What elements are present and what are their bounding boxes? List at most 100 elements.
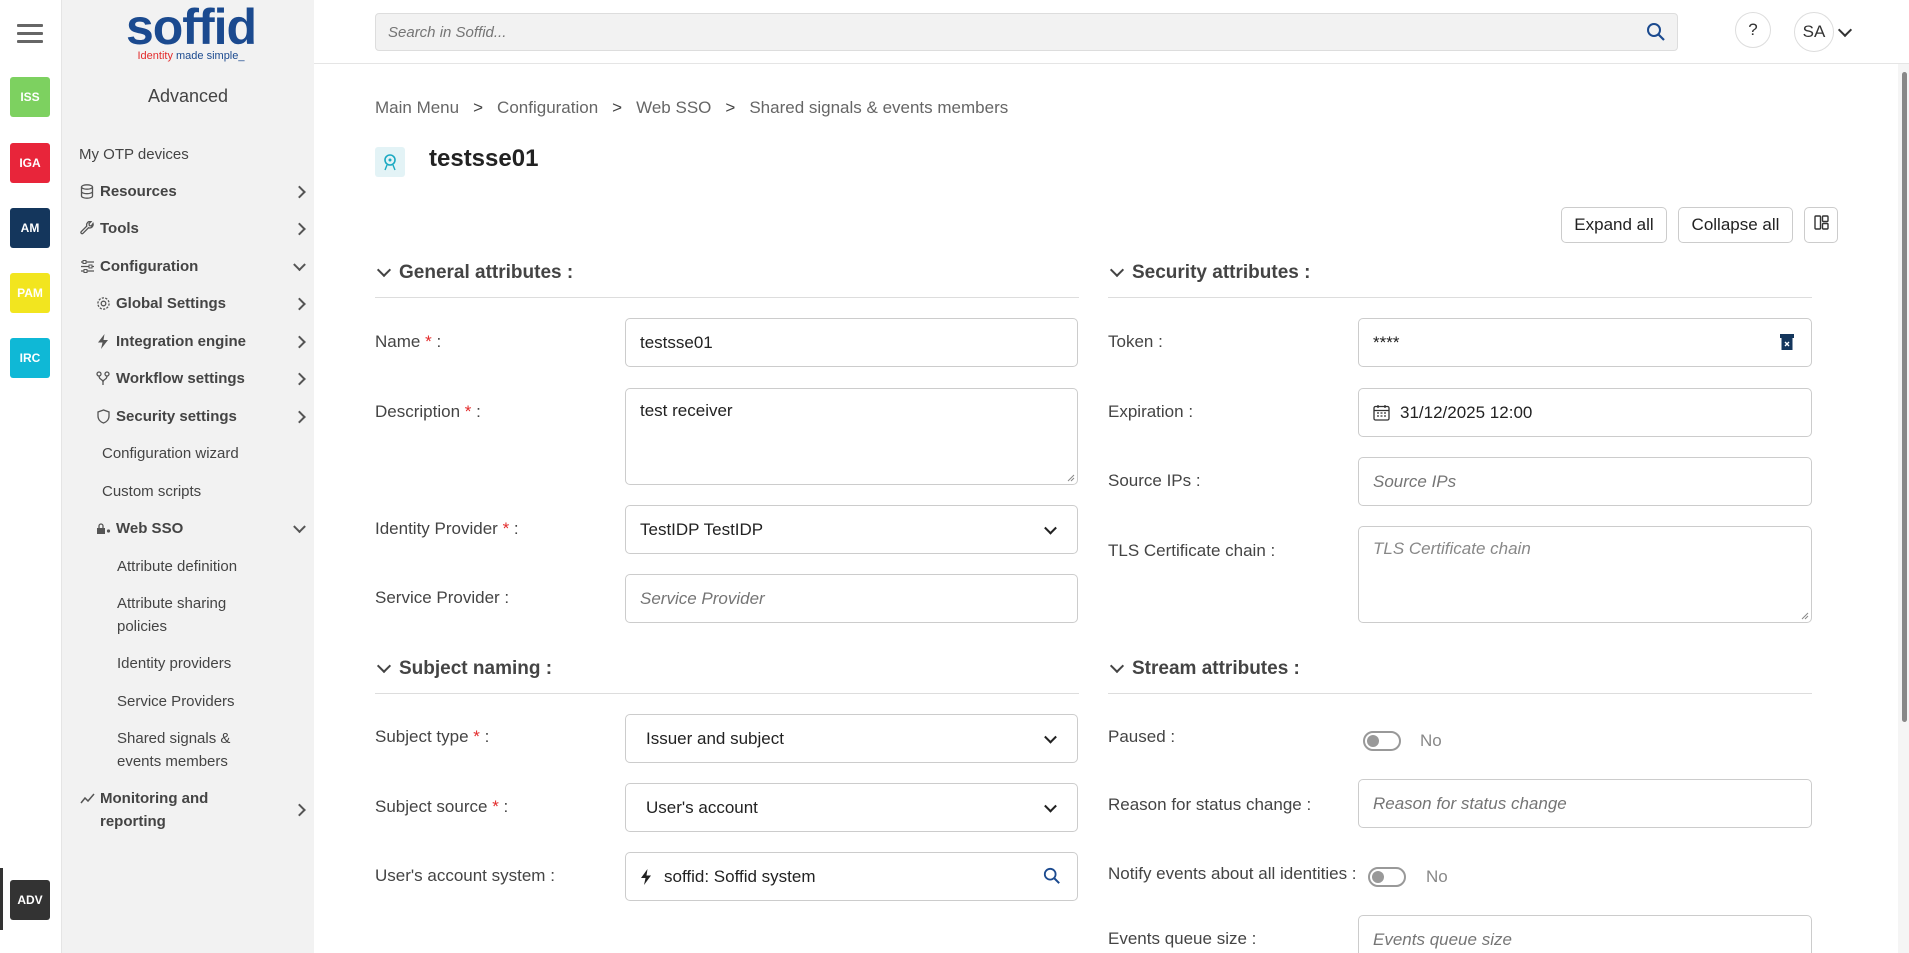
resize-handle-icon[interactable] (1801, 612, 1809, 620)
sidebar-item-configuration[interactable]: Configuration (79, 255, 314, 278)
chevron-right-icon (293, 222, 306, 235)
sliders-icon (79, 259, 95, 275)
app-tile-iss[interactable]: ISS (10, 77, 50, 117)
reason-field[interactable] (1358, 779, 1812, 828)
sidebar-section-title: Advanced (147, 86, 229, 106)
chevron-right-icon (293, 335, 306, 348)
chevron-down-icon (293, 257, 306, 271)
app-tile-irc[interactable]: IRC (10, 338, 50, 378)
sidebar-item-web-sso[interactable]: Web SSO (95, 517, 314, 540)
search-input[interactable] (375, 13, 1678, 51)
layout-toggle-button[interactable] (1804, 207, 1838, 243)
sidebar-item-otp-devices[interactable]: My OTP devices (79, 143, 314, 166)
chevron-right-icon (293, 372, 306, 385)
name-field[interactable] (625, 318, 1078, 367)
delete-icon[interactable] (1779, 333, 1795, 356)
breadcrumb-web-sso[interactable]: Web SSO (636, 98, 711, 118)
sidebar-item-tools[interactable]: Tools (79, 217, 314, 240)
sidebar-item-custom-scripts[interactable]: Custom scripts (102, 480, 314, 503)
notify-value: No (1426, 867, 1448, 886)
notify-label: Notify events about all identities : (1108, 864, 1357, 883)
sidebar-item-global-settings[interactable]: Global Settings (95, 292, 314, 315)
sidebar-item-attribute-definition[interactable]: Attribute definition (117, 555, 314, 578)
chevron-down-icon[interactable] (1837, 22, 1853, 38)
search-icon[interactable] (1043, 867, 1061, 890)
account-system-field[interactable]: soffid: Soffid system (625, 852, 1078, 901)
top-bar: ? SA (314, 0, 1909, 64)
app-tile-iga[interactable]: IGA (10, 143, 50, 183)
app-tile-pam[interactable]: PAM (10, 273, 50, 313)
sidebar-item-workflow-settings[interactable]: Workflow settings (95, 367, 314, 390)
expiration-label: Expiration : (1108, 402, 1194, 421)
subject-source-select[interactable]: User's account (625, 783, 1078, 832)
tls-chain-field[interactable]: TLS Certificate chain (1358, 526, 1812, 623)
sidebar-item-attribute-sharing-policies[interactable]: Attribute sharing policies (117, 592, 277, 638)
database-icon (79, 184, 95, 200)
tls-chain-label: TLS Certificate chain : (1108, 541, 1276, 560)
help-button[interactable]: ? (1735, 12, 1771, 48)
general-attributes-header[interactable]: General attributes : (375, 262, 573, 284)
sidebar-item-shared-signals[interactable]: Shared signals & events members (117, 727, 257, 773)
chevron-right-icon (293, 185, 306, 198)
sidebar-item-resources[interactable]: Resources (79, 180, 314, 203)
scrollbar-thumb[interactable] (1902, 72, 1907, 722)
source-ips-field[interactable] (1358, 457, 1812, 506)
app-tile-adv[interactable]: ADV (10, 880, 50, 920)
identity-provider-select[interactable]: TestIDP TestIDP (625, 505, 1078, 554)
notify-toggle[interactable] (1368, 867, 1406, 887)
service-provider-label: Service Provider : (375, 588, 510, 607)
lightning-icon (95, 334, 111, 350)
avatar[interactable]: SA (1794, 12, 1834, 52)
sidebar-item-monitoring[interactable]: Monitoring and reporting (79, 787, 314, 833)
sidebar-item-identity-providers[interactable]: Identity providers (117, 652, 314, 675)
app-tile-am[interactable]: AM (10, 208, 50, 248)
soffid-logo[interactable]: soffid Identity made simple_ (116, 0, 266, 66)
calendar-icon[interactable] (1373, 404, 1390, 421)
expand-all-button[interactable]: Expand all (1561, 207, 1667, 243)
security-attributes-header[interactable]: Security attributes : (1108, 262, 1310, 284)
resize-handle-icon[interactable] (1067, 474, 1075, 482)
identity-provider-label: Identity Provider * : (375, 519, 519, 538)
chevron-right-icon (293, 297, 306, 310)
workflow-icon (95, 371, 111, 387)
lock-network-icon (95, 521, 111, 537)
search-icon[interactable] (1646, 22, 1666, 42)
trend-icon (79, 791, 95, 807)
sidebar-item-integration-engine[interactable]: Integration engine (95, 330, 314, 353)
subject-type-label: Subject type * : (375, 727, 490, 746)
breadcrumb-main-menu[interactable]: Main Menu (375, 98, 459, 118)
app-root: ISS IGA AM PAM IRC ADV soffid Identity m… (0, 0, 1909, 953)
layout-icon (1813, 215, 1829, 235)
chevron-down-icon (1044, 730, 1057, 744)
chevron-down-icon (1044, 799, 1057, 813)
stream-attributes-header[interactable]: Stream attributes : (1108, 658, 1300, 680)
expiration-field[interactable]: 31/12/2025 12:00 (1358, 388, 1812, 437)
signal-icon (375, 147, 405, 177)
token-field[interactable]: **** (1358, 318, 1812, 367)
sidebar-item-security-settings[interactable]: Security settings (95, 405, 314, 428)
sidebar-item-service-providers[interactable]: Service Providers (117, 690, 314, 713)
paused-toggle[interactable] (1363, 731, 1401, 751)
queue-size-field[interactable] (1358, 915, 1812, 953)
subject-type-select[interactable]: Issuer and subject (625, 714, 1078, 763)
paused-value: No (1420, 731, 1442, 750)
subject-naming-header[interactable]: Subject naming : (375, 658, 552, 680)
name-label: Name * : (375, 332, 442, 351)
chevron-right-icon (293, 803, 306, 817)
breadcrumb-configuration[interactable]: Configuration (497, 98, 598, 118)
lightning-icon (640, 868, 652, 885)
wrench-icon (79, 221, 95, 237)
description-field[interactable]: test receiver (625, 388, 1078, 485)
collapse-all-button[interactable]: Collapse all (1678, 207, 1793, 243)
description-label: Description * : (375, 402, 481, 421)
service-provider-field[interactable] (625, 574, 1078, 623)
breadcrumb: Main Menu > Configuration > Web SSO > Sh… (375, 98, 1009, 118)
account-system-label: User's account system : (375, 866, 555, 885)
hamburger-menu-icon[interactable] (17, 24, 43, 44)
gear-icon (95, 296, 111, 312)
queue-size-label: Events queue size : (1108, 929, 1257, 948)
paused-label: Paused : (1108, 727, 1176, 746)
sidebar-item-configuration-wizard[interactable]: Configuration wizard (102, 442, 314, 465)
chevron-down-icon (376, 658, 392, 674)
page-title: testsse01 (429, 145, 539, 172)
